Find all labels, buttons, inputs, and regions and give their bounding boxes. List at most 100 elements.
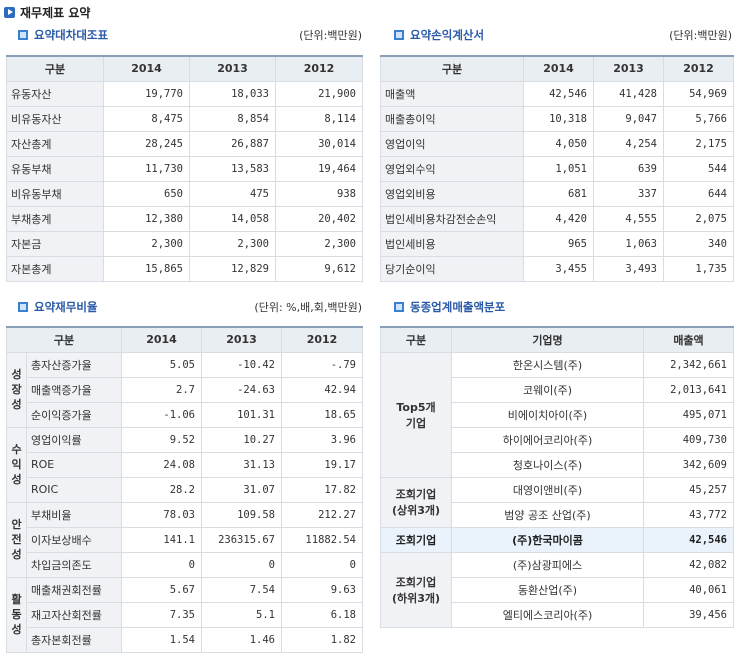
- value-cell: 938: [275, 180, 363, 207]
- column-header: 2013: [201, 326, 282, 353]
- group-label-char: 성: [11, 398, 22, 411]
- row-label: 자산총계: [6, 130, 104, 157]
- row-label: 총자산증가율: [26, 351, 122, 378]
- value-cell: 19,770: [103, 80, 190, 107]
- column-header: 2012: [663, 55, 734, 82]
- row-label: 매출총이익: [380, 105, 524, 132]
- value-cell: 6.18: [281, 601, 363, 628]
- table-row: 수 익 성 영업이익률 9.52 10.27 3.96: [6, 426, 363, 503]
- income-unit: (단위:백만원): [669, 29, 732, 42]
- group-label: 활동성: [6, 576, 27, 653]
- value-cell: -1.06: [121, 401, 202, 428]
- main-title-text: 재무제표 요약: [20, 5, 91, 20]
- table-row: Top5개 기업 한온시스템(주) 2,342,661: [380, 351, 734, 478]
- value-cell: 141.1: [121, 526, 202, 553]
- column-header: 2012: [275, 55, 363, 82]
- group-label-char: 성: [11, 368, 22, 381]
- group-label: 수익성: [6, 426, 27, 503]
- value-cell: 11,730: [103, 155, 190, 182]
- table-row: 자본총계 15,865 12,829 9,612: [6, 255, 363, 282]
- value-cell: 24.08: [121, 451, 202, 478]
- value-cell: 42,546: [523, 80, 594, 107]
- table-row: 부채총계 12,380 14,058 20,402: [6, 205, 363, 232]
- group-label-char: 전: [11, 533, 22, 546]
- value-cell: 42.94: [281, 376, 363, 403]
- group-label-char: 익: [11, 458, 22, 471]
- column-header: 2014: [523, 55, 594, 82]
- table-row: 성 장 성 총자산증가율 5.05 -10.42 -.79: [6, 351, 363, 428]
- value-cell: 5.1: [201, 601, 282, 628]
- value-cell: 2,175: [663, 130, 734, 157]
- value-cell: 965: [523, 230, 594, 257]
- ratio-table: 구분 2014 2013 2012 성 장 성 총자산증가율 5.05 -10.42 -.79 매출액…: [6, 326, 363, 653]
- row-label: 영업외수익: [380, 155, 524, 182]
- table-row: 순이익증가율 -1.06 101.31 18.65: [7, 401, 363, 428]
- group-label: 조회기업 (상위3개): [380, 476, 452, 528]
- row-label: 부채총계: [6, 205, 104, 232]
- ratio-header: 요약재무비율 (단위: %,배,회,백만원): [18, 299, 362, 315]
- value-cell: 12,380: [103, 205, 190, 232]
- sales-value: 40,061: [643, 576, 734, 603]
- column-header: 2013: [593, 55, 664, 82]
- value-cell: 4,050: [523, 130, 594, 157]
- value-cell: 1.54: [121, 626, 202, 653]
- column-header: 2013: [189, 55, 276, 82]
- table-row: 차입금의존도 0 0 0: [7, 551, 363, 578]
- column-header: 2014: [121, 326, 202, 353]
- value-cell: 0: [121, 551, 202, 578]
- company-name: 비에이치아이(주): [451, 401, 644, 428]
- sales-value: 2,342,661: [643, 351, 734, 378]
- value-cell: 18.65: [281, 401, 363, 428]
- company-name: (주)한국마이콤: [451, 526, 644, 553]
- table-row: 매출총이익 10,318 9,047 5,766: [380, 105, 734, 132]
- row-label: 총자본회전률: [26, 626, 122, 653]
- group-label-char: 활: [11, 593, 22, 606]
- value-cell: 681: [523, 180, 594, 207]
- company-name: 엘티에스코리아(주): [451, 601, 644, 628]
- table-row: 재고자산회전률 7.35 5.1 6.18: [7, 601, 363, 628]
- sales-value: 2,013,641: [643, 376, 734, 403]
- value-cell: 30,014: [275, 130, 363, 157]
- company-name: 대영이앤비(주): [451, 476, 644, 503]
- column-header: 구분: [6, 55, 104, 82]
- balance-header: 요약대차대조표 (단위:백만원): [18, 27, 362, 43]
- value-cell: 2,075: [663, 205, 734, 232]
- value-cell: 5,766: [663, 105, 734, 132]
- bullet-icon: [394, 302, 404, 312]
- value-cell: 1.82: [281, 626, 363, 653]
- bullet-icon: [18, 30, 28, 40]
- industry-table: 구분 기업명 매출액 Top5개 기업 한온시스템(주) 2,342,661 코웨이(주) 2,…: [380, 326, 734, 628]
- row-label: 재고자산회전률: [26, 601, 122, 628]
- company-name: 동환산업(주): [451, 576, 644, 603]
- row-label: ROIC: [26, 476, 122, 503]
- play-icon: [4, 6, 15, 18]
- value-cell: 28,245: [103, 130, 190, 157]
- group-label-char: 수: [11, 443, 22, 456]
- table-row: 안 전 성 부채비율 78.03 109.58 212.27: [6, 501, 363, 578]
- value-cell: 10,318: [523, 105, 594, 132]
- table-row: ROIC 28.2 31.07 17.82: [7, 476, 363, 503]
- group-label-line: 기업: [405, 416, 427, 430]
- industry-header: 동종업계매출액분포: [394, 299, 732, 315]
- value-cell: 54,969: [663, 80, 734, 107]
- table-row: 매출액증가율 2.7 -24.63 42.94: [7, 376, 363, 403]
- value-cell: 4,254: [593, 130, 664, 157]
- value-cell: 11882.54: [281, 526, 363, 553]
- value-cell: 0: [201, 551, 282, 578]
- company-name: 코웨이(주): [451, 376, 644, 403]
- value-cell: 2,300: [189, 230, 276, 257]
- value-cell: 639: [593, 155, 664, 182]
- row-label: 비유동부채: [6, 180, 104, 207]
- value-cell: 5.67: [121, 576, 202, 603]
- value-cell: 31.13: [201, 451, 282, 478]
- row-label: 자본총계: [6, 255, 104, 282]
- value-cell: 19.17: [281, 451, 363, 478]
- value-cell: 20,402: [275, 205, 363, 232]
- value-cell: 1.46: [201, 626, 282, 653]
- table-row: 활 동 성 매출채권회전률 5.67 7.54 9.63: [6, 576, 363, 653]
- table-row: 비유동부채 650 475 938: [6, 180, 363, 207]
- income-header: 요약손익계산서 (단위:백만원): [394, 27, 732, 43]
- table-row: 유동자산 19,770 18,033 21,900: [6, 80, 363, 107]
- value-cell: 236315.67: [201, 526, 282, 553]
- row-label: 매출액: [380, 80, 524, 107]
